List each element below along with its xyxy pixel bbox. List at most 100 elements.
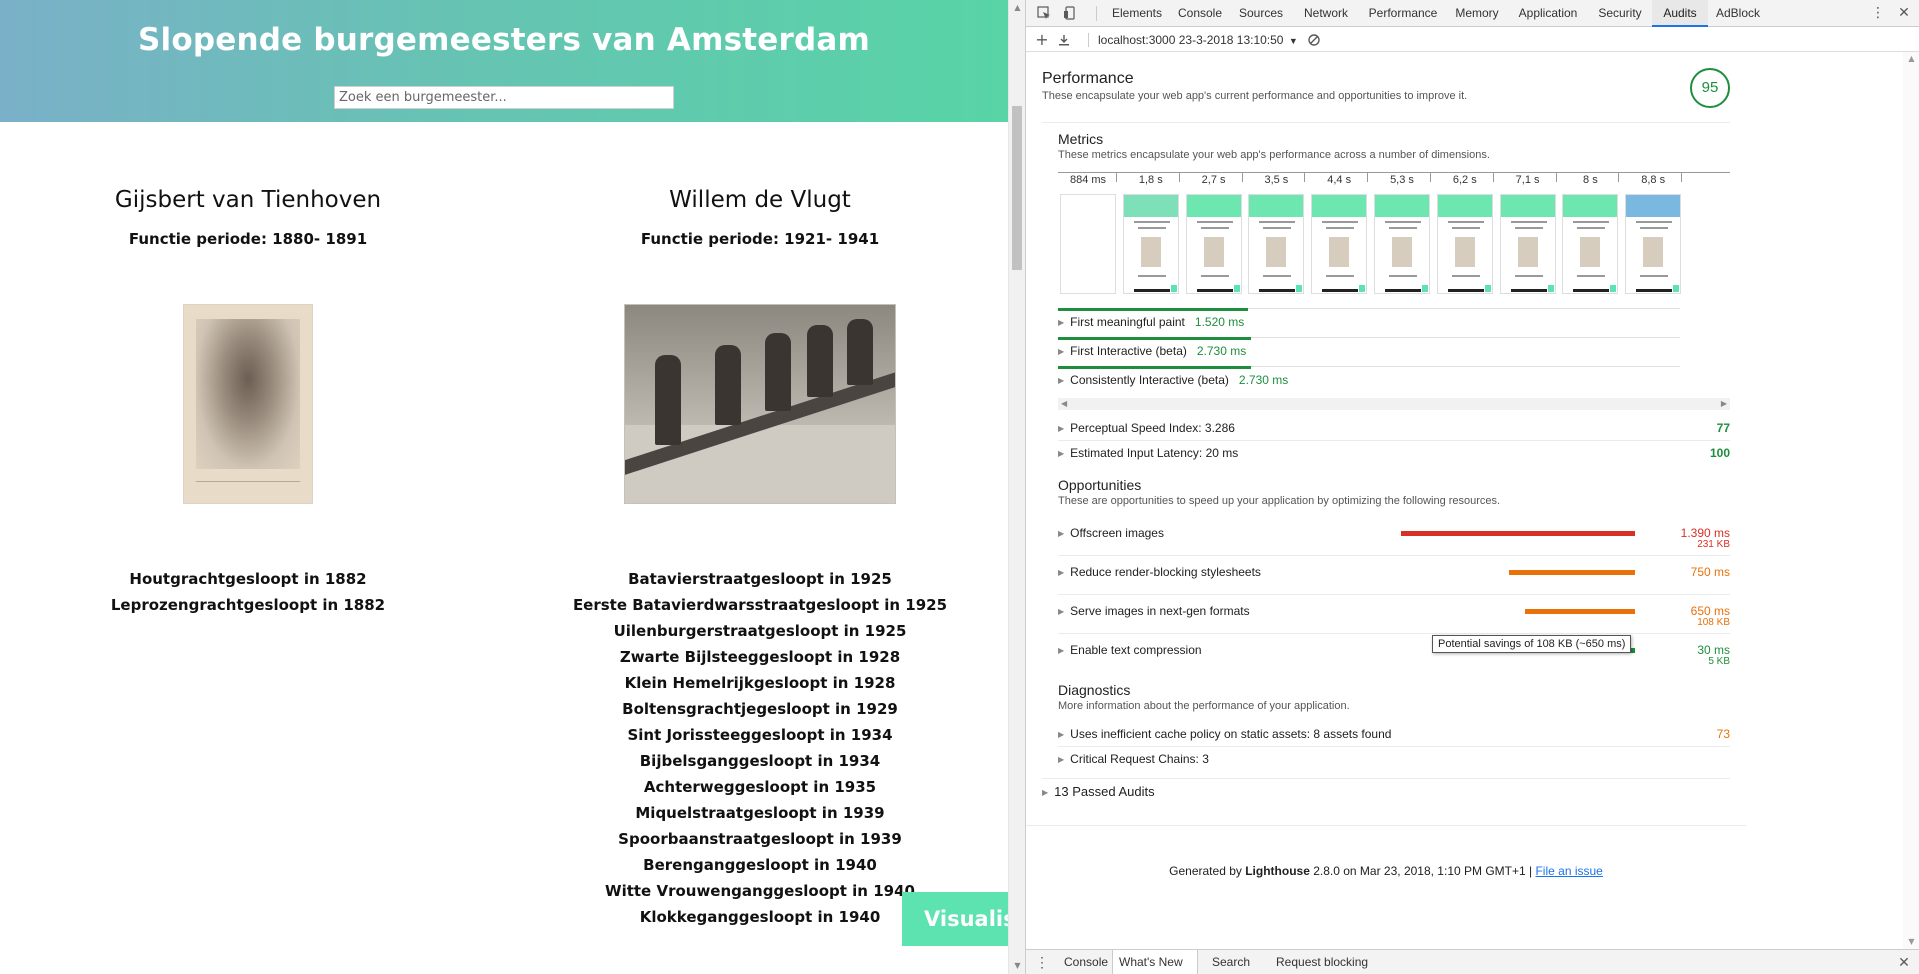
diagnostic-row[interactable]: ▶ Uses inefficient cache policy on static… [1058, 724, 1730, 744]
opportunity-label: Offscreen images [1070, 526, 1164, 540]
audits-toolbar: + localhost:3000 23-3-2018 13:10:50 ▼ [1026, 28, 1919, 52]
inspect-element-icon[interactable] [1032, 0, 1056, 27]
scroll-down-arrow-icon[interactable]: ▼ [1009, 958, 1026, 974]
tab-performance[interactable]: Performance [1360, 0, 1446, 27]
filmstrip-frame [1562, 194, 1619, 294]
close-icon[interactable]: ✕ [1892, 0, 1916, 27]
drawer-tab-whats-new[interactable]: What's New ✕ [1112, 950, 1198, 974]
metric-row[interactable]: ▶ Consistently Interactive (beta) 2.730 ms [1058, 370, 1288, 390]
opportunity-row[interactable]: ▶ Offscreen images 1.390 ms 231 KB [1058, 523, 1730, 550]
performance-score-gauge: 95 [1690, 68, 1730, 108]
row-divider [1058, 746, 1730, 747]
filmstrip-time-label: 8 s [1583, 174, 1598, 186]
tab-network[interactable]: Network [1292, 0, 1360, 27]
mayor-search-input[interactable] [334, 86, 674, 109]
scroll-up-arrow-icon[interactable]: ▲ [1009, 0, 1026, 16]
scored-metric-row[interactable]: ▶ Perceptual Speed Index: 3.286 77 [1058, 418, 1730, 438]
report-selector[interactable]: localhost:3000 23-3-2018 13:10:50 ▼ [1098, 28, 1298, 52]
scroll-down-arrow-icon[interactable]: ▼ [1903, 935, 1919, 949]
filmstrip-frame [1122, 194, 1179, 294]
filmstrip-frame [1311, 194, 1368, 294]
filmstrip-frame [1374, 194, 1430, 294]
row-divider [1058, 555, 1730, 556]
expand-caret-icon: ▶ [1058, 568, 1065, 577]
tab-console[interactable]: Console [1170, 0, 1230, 27]
clear-reports-icon[interactable] [1302, 28, 1326, 52]
footer-brand: Lighthouse [1245, 864, 1310, 878]
device-toolbar-icon[interactable] [1058, 0, 1082, 27]
tab-application[interactable]: Application [1508, 0, 1588, 27]
more-options-icon[interactable]: ⋮ [1866, 0, 1890, 27]
file-an-issue-link[interactable]: File an issue [1535, 864, 1602, 878]
opportunity-savings-bar [1401, 531, 1635, 536]
tab-memory[interactable]: Memory [1446, 0, 1508, 27]
report-footer: Generated by Lighthouse 2.8.0 on Mar 23,… [1026, 864, 1746, 878]
page-scrollbar[interactable]: ▲ ▼ [1008, 0, 1025, 974]
filmstrip-frame [1625, 194, 1682, 294]
metric-row[interactable]: ▶ First meaningful paint 1.520 ms [1058, 312, 1244, 332]
scroll-left-arrow-icon[interactable]: ◀ [1061, 398, 1067, 410]
scored-metric-label: Estimated Input Latency: 20 ms [1070, 446, 1239, 460]
diagnostic-label: Uses inefficient cache policy on static … [1070, 727, 1392, 741]
drawer-menu-icon[interactable]: ⋮ [1030, 950, 1054, 974]
filmstrip-tick [1178, 172, 1180, 182]
opportunity-label: Reduce render-blocking stylesheets [1070, 565, 1261, 579]
footer-prefix: Generated by [1169, 864, 1246, 878]
street-item: Houtgrachtgesloopt in 1882 [129, 570, 367, 588]
opportunity-size-savings: 5 KB [1708, 656, 1730, 667]
opportunity-row[interactable]: ▶ Reduce render-blocking stylesheets 750 m… [1058, 562, 1730, 582]
opportunity-row[interactable]: ▶ Serve images in next-gen formats 650 ms 1… [1058, 601, 1730, 628]
mayor-portrait-photo [183, 304, 313, 504]
scroll-up-arrow-icon[interactable]: ▲ [1903, 52, 1919, 66]
opportunities-description: These are opportunities to speed up your… [1058, 495, 1501, 507]
metrics-title: Metrics [1058, 131, 1104, 147]
devtools-panel: Elements Console Sources Network Perform… [1025, 0, 1919, 974]
filmstrip-frame [1185, 194, 1242, 294]
row-divider [1058, 633, 1730, 634]
passed-audits-toggle[interactable]: ▶ 13 Passed Audits [1042, 782, 1155, 804]
timeline-scrollbar[interactable]: ◀ ▶ [1058, 398, 1730, 410]
street-item: Eerste Batavierdwarsstraatgesloopt in 19… [572, 596, 948, 614]
filmstrip-frame [1060, 194, 1116, 294]
street-item: Batavierstraatgesloopt in 1925 [628, 570, 892, 588]
metric-label: First meaningful paint [1070, 315, 1185, 329]
expand-caret-icon: ▶ [1058, 755, 1065, 764]
tab-elements[interactable]: Elements [1104, 0, 1170, 27]
drawer-tab-console[interactable]: Console [1056, 950, 1110, 974]
performance-description: These encapsulate your web app's current… [1042, 90, 1468, 102]
metric-label: Consistently Interactive (beta) [1070, 373, 1229, 387]
filmstrip-time-label: 8,8 s [1641, 174, 1666, 186]
row-divider [1058, 440, 1730, 441]
tab-audits[interactable]: Audits [1652, 0, 1708, 27]
tab-security[interactable]: Security [1588, 0, 1652, 27]
page-scroll-thumb[interactable] [1012, 106, 1022, 270]
expand-caret-icon: ▶ [1058, 529, 1065, 538]
expand-caret-icon: ▶ [1058, 730, 1065, 739]
filmstrip-time-label: 7,1 s [1515, 174, 1540, 186]
metric-row[interactable]: ▶ First Interactive (beta) 2.730 ms [1058, 341, 1246, 361]
page-viewport: Slopende burgemeesters van Amsterdam Gij… [0, 0, 1008, 974]
filmstrip-tick [1681, 172, 1683, 182]
expand-caret-icon: ▶ [1058, 646, 1065, 655]
devtools-scrollbar[interactable]: ▲ ▼ [1903, 52, 1919, 949]
tab-adblock[interactable]: AdBlock [1708, 0, 1768, 27]
devtools-drawer: ⋮ Console What's New ✕ Search Request bl… [1026, 949, 1919, 974]
expand-caret-icon: ▶ [1058, 347, 1065, 356]
new-audit-plus-icon[interactable]: + [1030, 28, 1054, 52]
expand-caret-icon: ▶ [1058, 449, 1065, 458]
close-drawer-icon[interactable]: ✕ [1892, 950, 1916, 974]
row-divider [1058, 594, 1730, 595]
scored-metric-row[interactable]: ▶ Estimated Input Latency: 20 ms 100 [1058, 443, 1730, 463]
drawer-tab-search[interactable]: Search [1206, 950, 1256, 974]
diagnostic-row[interactable]: ▶ Critical Request Chains: 3 [1058, 749, 1730, 769]
diagnostic-score: 73 [1716, 727, 1730, 741]
visualise-button[interactable]: Visualis [902, 892, 1008, 946]
scored-metric-label: Perceptual Speed Index: 3.286 [1070, 421, 1235, 435]
street-item: Miquelstraatgesloopt in 1939 [635, 804, 885, 822]
opportunity-savings-bar [1509, 570, 1635, 575]
drawer-tab-request-blocking[interactable]: Request blocking [1268, 950, 1378, 974]
download-report-icon[interactable] [1052, 28, 1076, 52]
scroll-right-arrow-icon[interactable]: ▶ [1721, 398, 1727, 410]
tab-sources[interactable]: Sources [1230, 0, 1292, 27]
mayor-period: Functie periode: 1921- 1941 [640, 230, 880, 248]
